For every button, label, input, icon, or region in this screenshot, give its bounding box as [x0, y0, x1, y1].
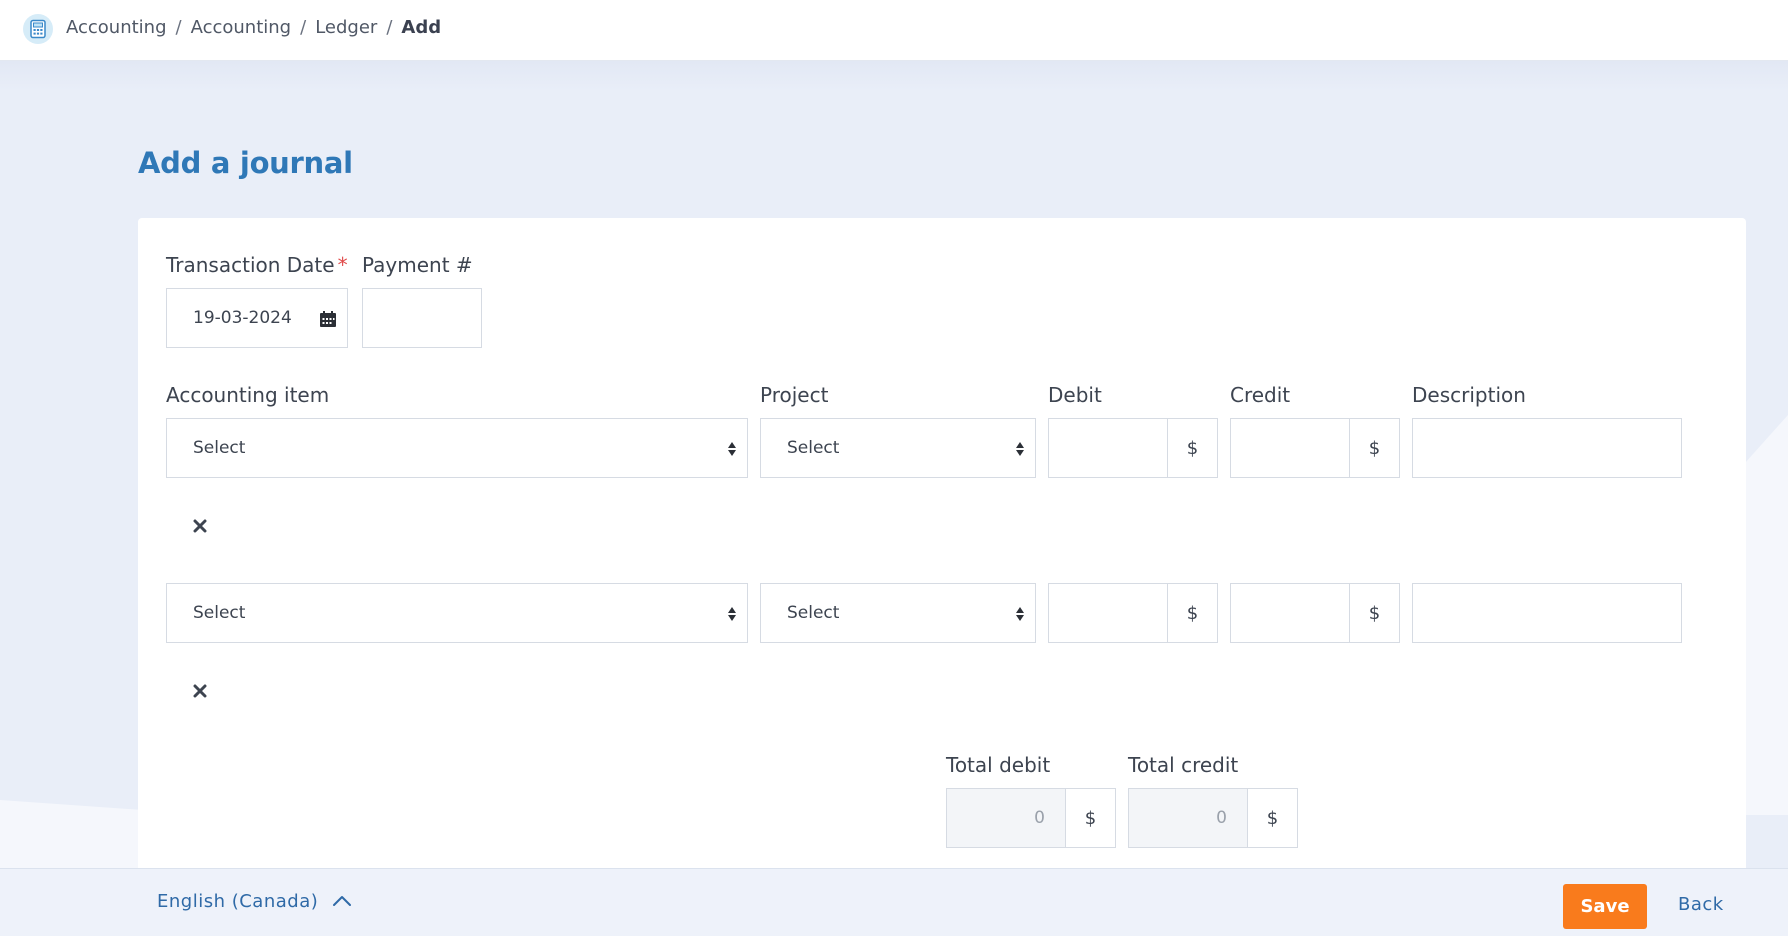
accounting-item-select[interactable]: Select	[166, 418, 748, 478]
close-icon[interactable]	[193, 518, 207, 533]
total-debit-label: Total debit	[946, 753, 1051, 777]
credit-input-group: $	[1230, 583, 1400, 643]
total-debit-input: 0	[946, 788, 1066, 848]
accounting-item-select-value: Select	[193, 438, 246, 458]
debit-currency: $	[1168, 418, 1218, 478]
credit-input[interactable]	[1230, 583, 1350, 643]
language-label: English (Canada)	[157, 891, 319, 912]
accounting-item-header: Accounting item	[166, 383, 330, 407]
debit-input[interactable]	[1048, 583, 1168, 643]
credit-header: Credit	[1230, 383, 1291, 407]
credit-input[interactable]	[1230, 418, 1350, 478]
debit-input[interactable]	[1048, 418, 1168, 478]
credit-currency: $	[1350, 418, 1400, 478]
calendar-icon[interactable]	[319, 310, 337, 328]
calculator-icon[interactable]	[23, 14, 53, 44]
project-select-value: Select	[787, 438, 840, 458]
debit-input-group: $	[1048, 418, 1218, 478]
breadcrumb-item-accounting-sub[interactable]: Accounting	[191, 17, 292, 38]
breadcrumb: Accounting / Accounting / Ledger / Add	[66, 17, 441, 38]
transaction-date-label: Transaction Date *	[166, 253, 348, 277]
top-bar: Accounting / Accounting / Ledger / Add	[0, 0, 1788, 61]
sort-arrows-icon	[1015, 440, 1025, 458]
total-credit-currency: $	[1248, 788, 1298, 848]
description-input[interactable]	[1412, 418, 1682, 478]
breadcrumb-separator: /	[386, 17, 393, 38]
breadcrumb-separator: /	[300, 17, 307, 38]
project-select[interactable]: Select	[760, 583, 1036, 643]
sort-arrows-icon	[1015, 605, 1025, 623]
accounting-item-select-value: Select	[193, 603, 246, 623]
debit-input-group: $	[1048, 583, 1218, 643]
breadcrumb-item-ledger[interactable]: Ledger	[315, 17, 377, 38]
breadcrumb-item-accounting[interactable]: Accounting	[66, 17, 167, 38]
breadcrumb-current: Add	[401, 17, 442, 38]
header-shadow-band	[0, 61, 1788, 91]
close-icon[interactable]	[193, 683, 207, 698]
accounting-item-select[interactable]: Select	[166, 583, 748, 643]
payment-number-label: Payment #	[362, 253, 473, 277]
language-selector[interactable]: English (Canada)	[157, 891, 352, 912]
transaction-date-value: 19-03-2024	[193, 308, 292, 328]
total-debit-group: 0 $	[946, 788, 1116, 848]
total-debit-currency: $	[1066, 788, 1116, 848]
payment-number-input[interactable]	[362, 288, 482, 348]
page-title: Add a journal	[138, 146, 353, 180]
total-credit-input: 0	[1128, 788, 1248, 848]
chevron-up-icon	[332, 891, 352, 912]
save-button[interactable]: Save	[1563, 884, 1647, 929]
debit-header: Debit	[1048, 383, 1102, 407]
footer-bar: English (Canada) Save Back	[0, 868, 1788, 936]
transaction-date-input[interactable]: 19-03-2024	[166, 288, 348, 348]
total-credit-label: Total credit	[1128, 753, 1239, 777]
required-marker: *	[337, 253, 348, 277]
credit-input-group: $	[1230, 418, 1400, 478]
project-select[interactable]: Select	[760, 418, 1036, 478]
description-header: Description	[1412, 383, 1526, 407]
sort-arrows-icon	[727, 440, 737, 458]
debit-currency: $	[1168, 583, 1218, 643]
sort-arrows-icon	[727, 605, 737, 623]
project-select-value: Select	[787, 603, 840, 623]
breadcrumb-separator: /	[175, 17, 182, 38]
background-shape	[0, 800, 150, 870]
transaction-date-label-text: Transaction Date	[166, 253, 335, 277]
credit-currency: $	[1350, 583, 1400, 643]
project-header: Project	[760, 383, 829, 407]
back-button[interactable]: Back	[1678, 894, 1724, 915]
description-input[interactable]	[1412, 583, 1682, 643]
background-shape	[1745, 415, 1788, 815]
journal-form-card: Transaction Date * 19-03-2024 Payment # A…	[138, 218, 1746, 918]
total-credit-group: 0 $	[1128, 788, 1298, 848]
